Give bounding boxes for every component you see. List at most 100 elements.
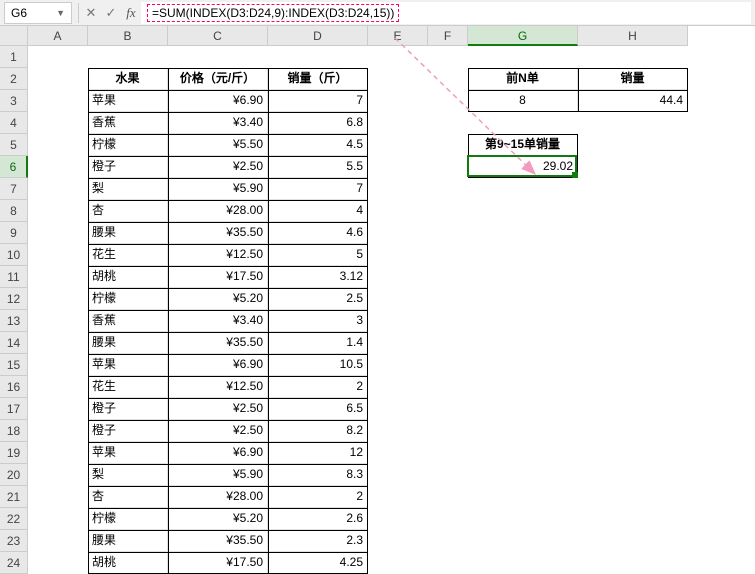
cell-price[interactable]: ¥17.50	[168, 552, 268, 574]
spreadsheet-grid[interactable]: ABCDEFGH 1234567891011121314151617181920…	[0, 26, 755, 574]
cell-fruit[interactable]: 橙子	[88, 420, 168, 442]
cell-fruit[interactable]: 胡桃	[88, 552, 168, 574]
row-header[interactable]: 4	[0, 112, 28, 134]
cell-fruit[interactable]: 花生	[88, 376, 168, 398]
cell-fruit[interactable]: 花生	[88, 244, 168, 266]
cell-price[interactable]: ¥6.90	[168, 442, 268, 464]
header-price[interactable]: 价格（元/斤）	[168, 68, 268, 90]
row-header[interactable]: 17	[0, 398, 28, 420]
cell-sales[interactable]: 1.4	[268, 332, 368, 354]
cell-fruit[interactable]: 胡桃	[88, 266, 168, 288]
cell-price[interactable]: ¥5.50	[168, 134, 268, 156]
column-header[interactable]: D	[268, 26, 368, 46]
column-header[interactable]: C	[168, 26, 268, 46]
cell-sales[interactable]: 8.3	[268, 464, 368, 486]
row-header[interactable]: 11	[0, 266, 28, 288]
cell-sales[interactable]: 7	[268, 178, 368, 200]
cell-price[interactable]: ¥3.40	[168, 310, 268, 332]
row-header[interactable]: 7	[0, 178, 28, 200]
cancel-formula-button[interactable]: ✕	[81, 3, 101, 23]
cell-sales[interactable]: 2	[268, 376, 368, 398]
column-header[interactable]: H	[578, 26, 688, 46]
cell-price[interactable]: ¥2.50	[168, 398, 268, 420]
row-header[interactable]: 23	[0, 530, 28, 552]
header-sales[interactable]: 销量（斤）	[268, 68, 368, 90]
row-header[interactable]: 1	[0, 46, 28, 68]
cell-price[interactable]: ¥35.50	[168, 222, 268, 244]
header-topn[interactable]: 前N单	[468, 68, 578, 90]
cell-sales[interactable]: 2	[268, 486, 368, 508]
cell-fruit[interactable]: 橙子	[88, 398, 168, 420]
row-header[interactable]: 22	[0, 508, 28, 530]
row-header[interactable]: 12	[0, 288, 28, 310]
cell-fruit[interactable]: 柠檬	[88, 508, 168, 530]
column-header[interactable]: B	[88, 26, 168, 46]
cell-sales[interactable]: 4.5	[268, 134, 368, 156]
select-all-corner[interactable]	[0, 26, 28, 46]
header-side-sales[interactable]: 销量	[578, 68, 688, 90]
cell-sales[interactable]: 5	[268, 244, 368, 266]
row-header[interactable]: 2	[0, 68, 28, 90]
cell-sales[interactable]: 2.5	[268, 288, 368, 310]
cell-sales[interactable]: 6.5	[268, 398, 368, 420]
chevron-down-icon[interactable]: ▼	[56, 8, 65, 18]
cell-price[interactable]: ¥5.20	[168, 288, 268, 310]
cell-price[interactable]: ¥35.50	[168, 530, 268, 552]
cell-price[interactable]: ¥6.90	[168, 354, 268, 376]
row-header[interactable]: 16	[0, 376, 28, 398]
cell-price[interactable]: ¥28.00	[168, 486, 268, 508]
cell-topn-value[interactable]: 8	[468, 90, 578, 112]
cell-price[interactable]: ¥5.90	[168, 178, 268, 200]
name-box[interactable]: G6 ▼	[4, 2, 72, 24]
cell-sales[interactable]: 3	[268, 310, 368, 332]
cell-price[interactable]: ¥12.50	[168, 244, 268, 266]
cell-fruit[interactable]: 橙子	[88, 156, 168, 178]
cell-fruit[interactable]: 杏	[88, 486, 168, 508]
row-header[interactable]: 19	[0, 442, 28, 464]
confirm-formula-button[interactable]: ✓	[101, 3, 121, 23]
cell-fruit[interactable]: 腰果	[88, 222, 168, 244]
cell-sales[interactable]: 12	[268, 442, 368, 464]
cell-fruit[interactable]: 柠檬	[88, 134, 168, 156]
row-header[interactable]: 21	[0, 486, 28, 508]
cell-sales[interactable]: 10.5	[268, 354, 368, 376]
header-fruit[interactable]: 水果	[88, 68, 168, 90]
cell-sales[interactable]: 5.5	[268, 156, 368, 178]
cell-price[interactable]: ¥2.50	[168, 156, 268, 178]
cell-sales[interactable]: 3.12	[268, 266, 368, 288]
cell-sales[interactable]: 4	[268, 200, 368, 222]
column-header[interactable]: G	[468, 26, 578, 46]
cell-fruit[interactable]: 柠檬	[88, 288, 168, 310]
cell-sales[interactable]: 2.6	[268, 508, 368, 530]
cell-fruit[interactable]: 苹果	[88, 442, 168, 464]
row-header[interactable]: 5	[0, 134, 28, 156]
row-header[interactable]: 24	[0, 552, 28, 574]
cell-fruit[interactable]: 梨	[88, 178, 168, 200]
row-header[interactable]: 10	[0, 244, 28, 266]
cell-sales[interactable]: 7	[268, 90, 368, 112]
cell-price[interactable]: ¥5.90	[168, 464, 268, 486]
row-header[interactable]: 15	[0, 354, 28, 376]
formula-input[interactable]: =SUM(INDEX(D3:D24,9):INDEX(D3:D24,15))	[141, 2, 751, 24]
row-header[interactable]: 3	[0, 90, 28, 112]
cell-sales[interactable]: 4.25	[268, 552, 368, 574]
cell-price[interactable]: ¥12.50	[168, 376, 268, 398]
row-header[interactable]: 8	[0, 200, 28, 222]
cell-price[interactable]: ¥3.40	[168, 112, 268, 134]
cell-fruit[interactable]: 香蕉	[88, 310, 168, 332]
cell-range-value[interactable]: 29.02	[468, 156, 578, 178]
cell-price[interactable]: ¥6.90	[168, 90, 268, 112]
cell-sales[interactable]: 6.8	[268, 112, 368, 134]
cell-fruit[interactable]: 苹果	[88, 354, 168, 376]
cell-fruit[interactable]: 香蕉	[88, 112, 168, 134]
row-header[interactable]: 18	[0, 420, 28, 442]
cell-price[interactable]: ¥5.20	[168, 508, 268, 530]
cell-price[interactable]: ¥35.50	[168, 332, 268, 354]
cell-side-sales-value[interactable]: 44.4	[578, 90, 688, 112]
cell-fruit[interactable]: 苹果	[88, 90, 168, 112]
row-header[interactable]: 20	[0, 464, 28, 486]
column-header[interactable]: E	[368, 26, 428, 46]
cell-sales[interactable]: 4.6	[268, 222, 368, 244]
cell-sales[interactable]: 8.2	[268, 420, 368, 442]
row-header[interactable]: 9	[0, 222, 28, 244]
